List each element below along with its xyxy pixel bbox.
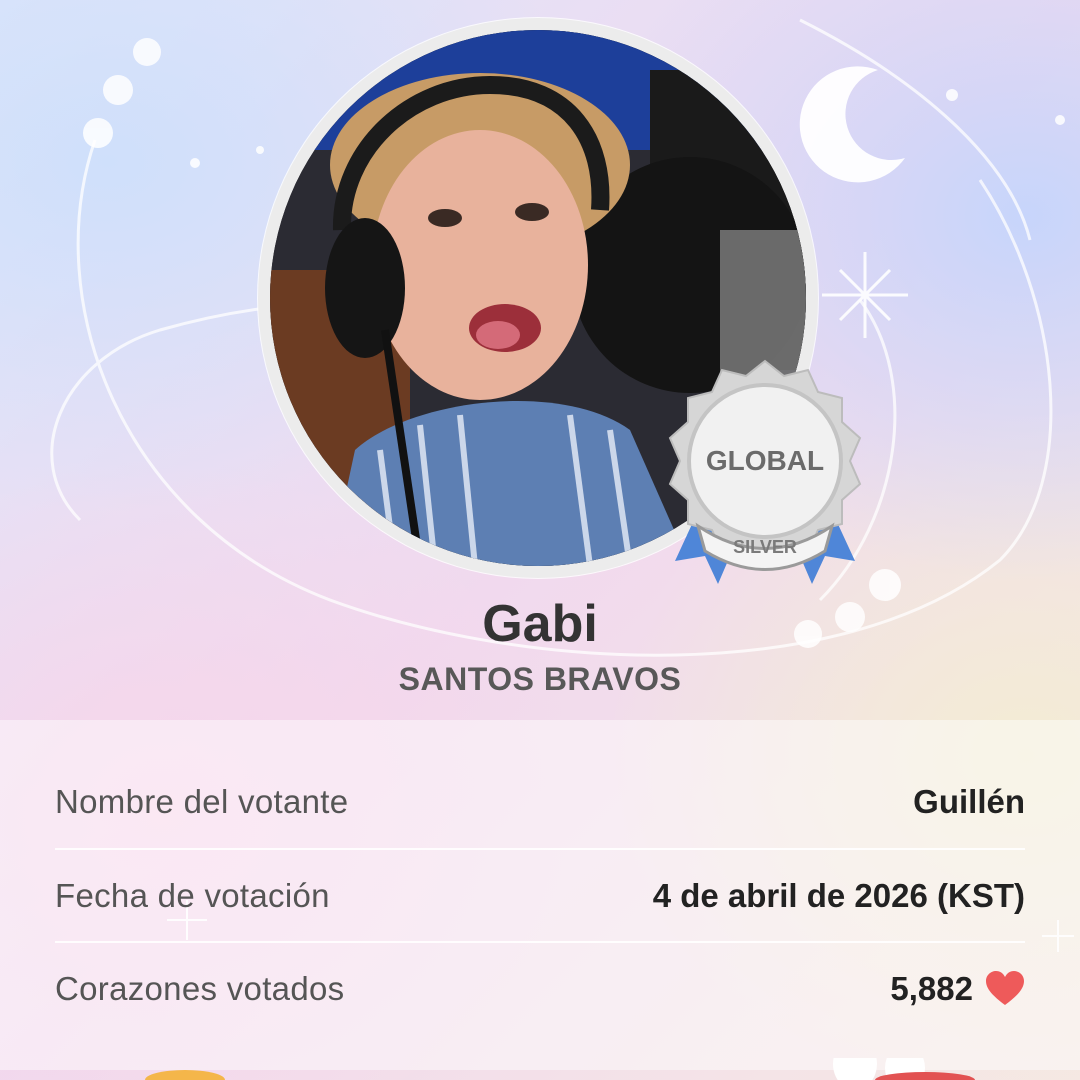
detail-value: 5,882 xyxy=(890,970,1025,1008)
artist-group: SANTOS BRAVOS xyxy=(398,661,682,697)
detail-value: Guillén xyxy=(913,783,1025,821)
bottom-decoration xyxy=(145,1058,975,1080)
heart-icon xyxy=(986,971,1024,1005)
detail-label: Fecha de votación xyxy=(55,877,330,914)
detail-value: 4 de abril de 2026 (KST) xyxy=(653,877,1025,915)
global-silver-badge-icon: GLOBAL SILVER xyxy=(668,359,862,584)
artist-name: Gabi xyxy=(482,595,598,653)
detail-row-voter-name: Nombre del votante Guillén xyxy=(55,756,1025,848)
vote-date-value: 4 de abril de 2026 (KST) xyxy=(652,877,1025,914)
vote-details-card: Nombre del votante Guillén Fecha de vota… xyxy=(0,720,1080,1070)
profile-section: GLOBAL SILVER Gabi SANTOS BRAVOS xyxy=(0,0,1080,720)
hearts-count-value: 5,882 xyxy=(890,970,973,1007)
detail-row-hearts: Corazones votados 5,882 xyxy=(55,941,1025,1035)
badge-bottom-label: SILVER xyxy=(733,537,797,557)
detail-label: Nombre del votante xyxy=(55,783,349,820)
badge-top-label: GLOBAL xyxy=(706,445,824,476)
voter-name-value: Guillén xyxy=(913,783,1025,820)
detail-row-vote-date: Fecha de votación 4 de abril de 2026 (KS… xyxy=(55,848,1025,942)
detail-label: Corazones votados xyxy=(55,970,345,1007)
